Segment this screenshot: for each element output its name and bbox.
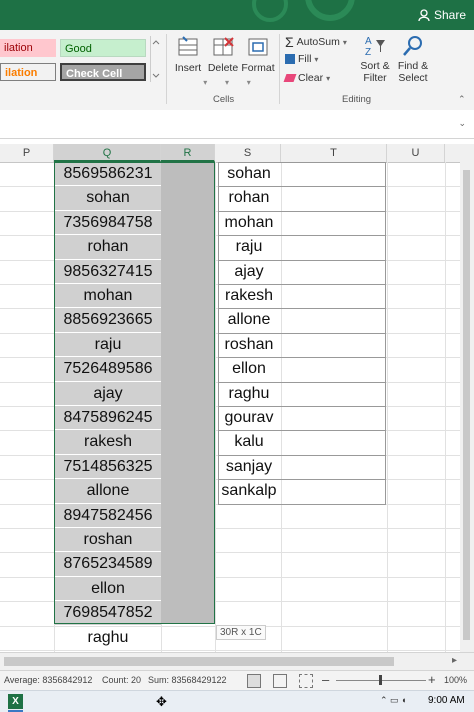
styles-gallery-scroll[interactable]	[150, 36, 161, 82]
cell-s12[interactable]: kalu	[218, 430, 280, 454]
sort-filter-icon: AZ	[364, 34, 386, 58]
zoom-in-button[interactable]: +	[428, 672, 436, 687]
column-header-u[interactable]: U	[387, 144, 445, 162]
column-header-p[interactable]: P	[0, 144, 54, 162]
cell-s7[interactable]: allone	[218, 308, 280, 332]
insert-button[interactable]: Insert	[172, 36, 204, 74]
sort-filter-label-2: Filter	[363, 72, 387, 84]
formula-bar[interactable]: ⌄	[0, 110, 474, 139]
share-button[interactable]: Share	[418, 8, 466, 22]
search-icon	[402, 34, 424, 56]
column-header-t[interactable]: T	[281, 144, 387, 162]
fill-icon	[285, 54, 295, 64]
format-icon	[247, 36, 269, 58]
vertical-scroll-thumb[interactable]	[463, 170, 470, 640]
fill-button[interactable]: Fill ▾	[285, 53, 318, 65]
status-count: Count: 20	[102, 675, 142, 685]
format-label: Format	[241, 62, 275, 74]
system-tray-icons[interactable]: ⌃ ▭ ◖	[380, 695, 406, 706]
column-header-r[interactable]: R	[161, 144, 215, 162]
delete-icon	[212, 36, 234, 58]
clear-label: Clear	[298, 72, 324, 84]
chevron-icon	[152, 40, 160, 78]
cell-q20[interactable]: raghu	[55, 626, 161, 649]
find-select-label-1: Find &	[397, 60, 429, 72]
style-bad-cell[interactable]: ilation	[0, 39, 56, 57]
clear-button[interactable]: Clear ▾	[283, 72, 331, 84]
column-header-q[interactable]: Q	[54, 144, 161, 162]
zoom-out-button[interactable]: –	[322, 672, 329, 687]
svg-text:A: A	[365, 36, 372, 47]
style-good-cell[interactable]: Good	[60, 39, 146, 57]
format-button[interactable]: Format	[240, 36, 276, 74]
clock-time[interactable]: 9:00 AM	[428, 695, 465, 706]
insert-label: Insert	[174, 62, 202, 74]
cell-s13[interactable]: sanjay	[218, 455, 280, 479]
cell-s3[interactable]: mohan	[218, 211, 280, 235]
style-calc-label: ilation	[5, 67, 38, 79]
page-layout-icon[interactable]	[273, 674, 287, 688]
delete-label: Delete	[207, 62, 239, 74]
cell-s5[interactable]: ajay	[218, 260, 280, 284]
decorative-graphic	[252, 0, 355, 22]
ribbon-separator	[166, 34, 167, 104]
zoom-slider-thumb[interactable]	[379, 675, 382, 685]
status-sum: Sum: 83568429122	[148, 675, 227, 685]
status-bar: Average: 8356842912 Count: 20 Sum: 83568…	[0, 670, 474, 691]
style-calculation-cell[interactable]: ilation	[0, 63, 56, 81]
chevron-up-icon[interactable]: ⌃	[458, 94, 466, 105]
title-bar: Share	[0, 0, 474, 30]
insert-icon	[177, 36, 199, 58]
selection-border	[54, 162, 215, 624]
cell-s11[interactable]: gourav	[218, 406, 280, 430]
move-cursor-icon: ✥	[156, 694, 167, 709]
horizontal-scroll-thumb[interactable]	[4, 657, 394, 666]
worksheet-grid[interactable]: 8569586231 sohan 7356984758 rohan 9856327415…	[0, 162, 474, 652]
person-icon	[418, 9, 430, 21]
ribbon-separator	[279, 34, 280, 104]
horizontal-scrollbar[interactable]: ▸	[0, 652, 474, 671]
editing-group-label: Editing	[342, 94, 372, 105]
scroll-right-icon[interactable]: ▸	[452, 655, 457, 666]
cell-s8[interactable]: roshan	[218, 333, 280, 357]
column-headers: P Q R S T U	[0, 144, 474, 163]
chevron-down-icon: ▾	[314, 54, 319, 64]
sort-filter-label-1: Sort &	[360, 60, 390, 72]
cell-s4[interactable]: raju	[218, 235, 280, 259]
cells-dropdown-arrows: ▾ ▾ ▾	[203, 78, 251, 87]
gridline-horizontal	[0, 650, 460, 651]
page-break-icon[interactable]	[299, 674, 313, 688]
autosum-label: AutoSum	[296, 36, 340, 48]
excel-app-icon[interactable]: X	[8, 694, 23, 709]
sort-filter-button[interactable]: AZ Sort & Filter	[356, 34, 394, 84]
zoom-level[interactable]: 100%	[444, 675, 467, 685]
eraser-icon	[283, 74, 297, 82]
autosum-icon: Σ	[285, 34, 294, 50]
find-select-button[interactable]: Find & Select	[394, 34, 432, 84]
find-select-label-2: Select	[398, 72, 428, 84]
cell-s9[interactable]: ellon	[218, 357, 280, 381]
fill-label: Fill	[298, 53, 312, 65]
autosum-button[interactable]: Σ AutoSum ▾	[285, 34, 347, 50]
cell-s2[interactable]: rohan	[218, 186, 280, 210]
cell-s10[interactable]: raghu	[218, 382, 280, 406]
taskbar: X ✥ ⌃ ▭ ◖ 9:00 AM	[0, 690, 474, 712]
normal-view-icon[interactable]	[247, 674, 261, 688]
svg-text:Z: Z	[365, 47, 371, 58]
chevron-down-icon[interactable]: ⌄	[458, 118, 466, 129]
cell-s6[interactable]: rakesh	[218, 284, 280, 308]
status-average: Average: 8356842912	[4, 675, 93, 685]
chevron-down-icon: ▾	[342, 37, 347, 47]
cell-s1[interactable]: sohan	[218, 162, 280, 186]
vertical-scrollbar[interactable]	[460, 162, 474, 652]
selection-size-tooltip: 30R x 1C	[216, 625, 266, 640]
share-label: Share	[433, 8, 466, 22]
style-check-cell[interactable]: Check Cell	[60, 63, 146, 81]
column-header-s[interactable]: S	[215, 144, 281, 162]
delete-button[interactable]: Delete	[206, 36, 240, 74]
chevron-down-icon: ▾	[326, 73, 331, 83]
cell-s14[interactable]: sankalp	[218, 479, 280, 503]
cells-group-label: Cells	[213, 94, 235, 105]
